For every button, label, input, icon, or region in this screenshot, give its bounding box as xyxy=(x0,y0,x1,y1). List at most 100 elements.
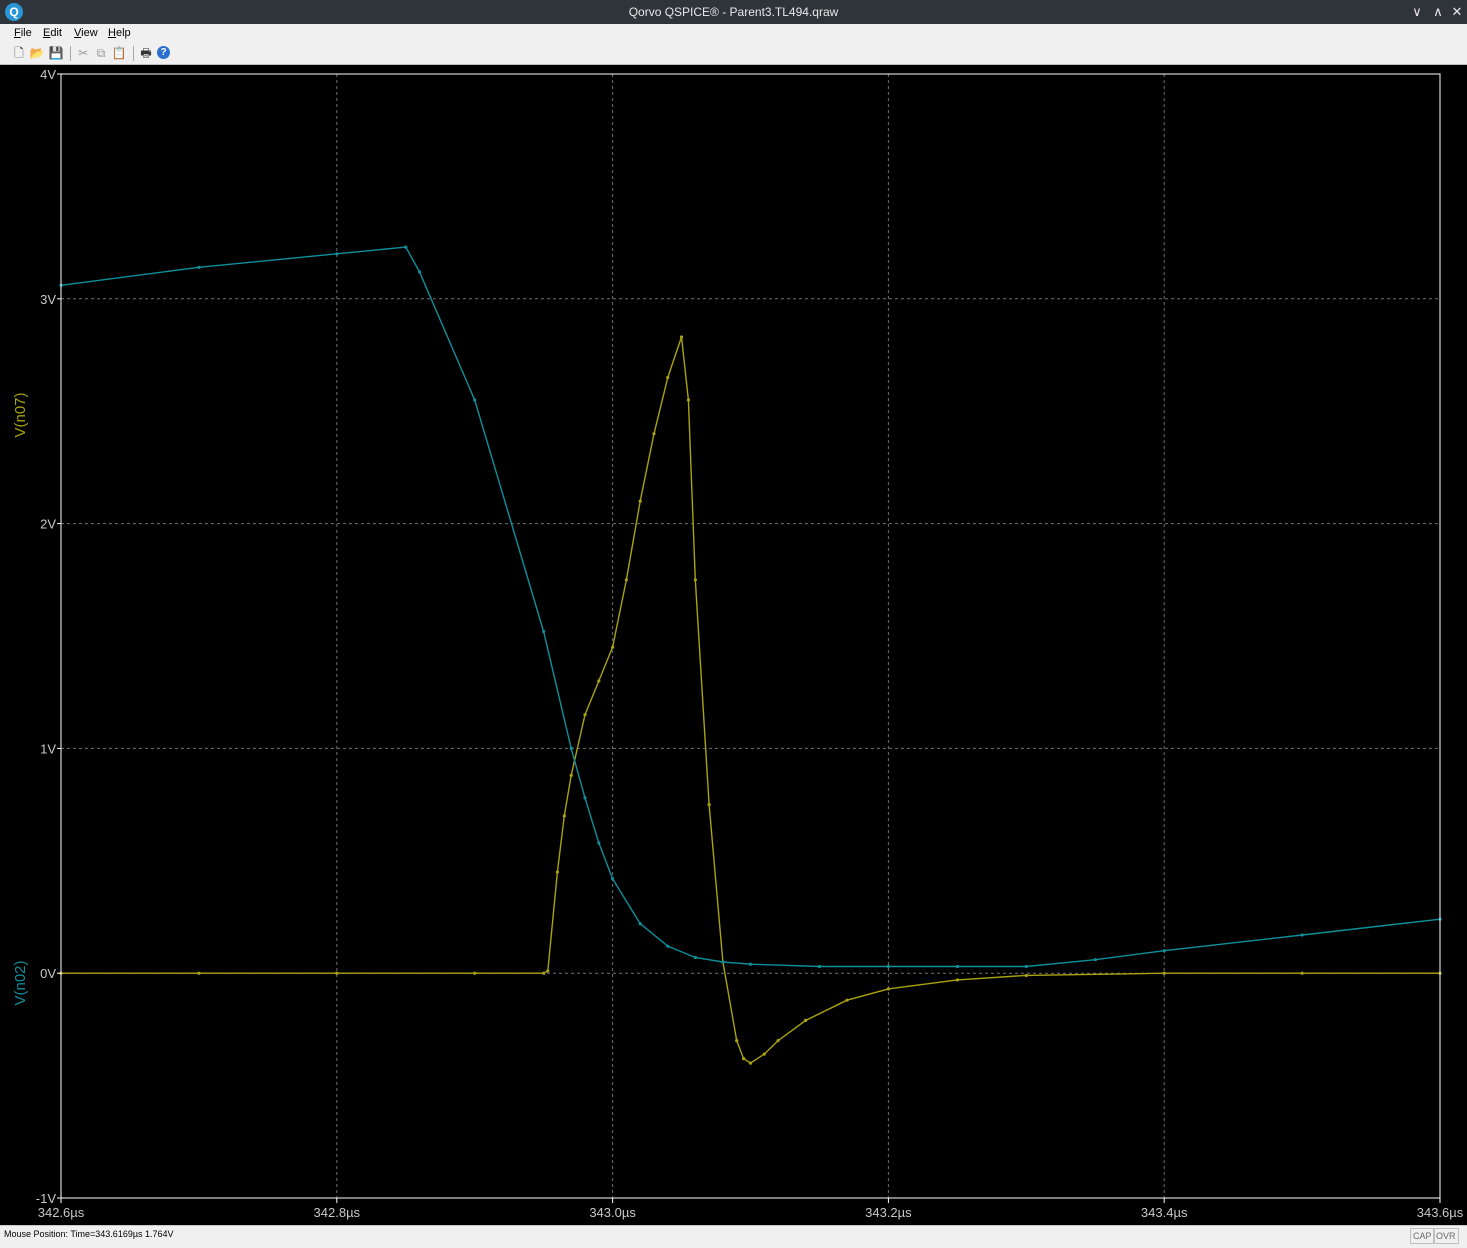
menu-help-mnemonic: H xyxy=(108,27,116,39)
toolbar-separator xyxy=(133,46,134,61)
menu-view-label: iew xyxy=(81,27,98,39)
toolbar: 🗋 📂 💾 ✂ ⧉ 📋 🖶 ? xyxy=(0,43,1467,65)
series-name-label: V(n02) xyxy=(12,960,29,1005)
data-point xyxy=(1300,933,1304,937)
data-point xyxy=(611,877,615,881)
data-point xyxy=(748,962,753,966)
data-point xyxy=(845,998,849,1002)
data-point xyxy=(817,964,822,969)
menu-file-label: ile xyxy=(20,27,32,39)
data-point xyxy=(1024,964,1028,969)
data-point xyxy=(1024,973,1028,978)
mouse-position-readout: Mouse Position: Time=343.6169µs 1.764V xyxy=(4,1229,174,1239)
data-point xyxy=(776,1039,780,1043)
data-point xyxy=(1162,949,1166,953)
menu-help-label: elp xyxy=(115,27,131,39)
window-title: Qorvo QSPICE® - Parent3.TL494.qraw xyxy=(628,5,839,19)
data-point xyxy=(562,814,566,818)
data-point xyxy=(583,796,587,800)
data-point xyxy=(693,955,697,960)
data-point xyxy=(955,978,959,982)
save-icon[interactable]: 💾 xyxy=(48,45,64,61)
close-icon: ✕ xyxy=(1451,4,1463,19)
series-line xyxy=(61,336,1440,1064)
y-tick-label: 4V xyxy=(40,67,56,82)
close-button[interactable]: ✕ xyxy=(1448,3,1466,21)
data-point xyxy=(569,746,573,751)
data-point xyxy=(1162,971,1166,975)
data-point xyxy=(597,679,601,683)
paste-icon[interactable]: 📋 xyxy=(111,45,127,61)
x-tick-label: 343.0µs xyxy=(589,1205,636,1220)
menu-edit[interactable]: Edit xyxy=(43,27,62,39)
data-point xyxy=(569,773,573,777)
y-tick-label: -1V xyxy=(36,1191,57,1206)
data-point xyxy=(197,265,201,269)
data-point xyxy=(1300,971,1304,975)
data-point xyxy=(335,971,339,975)
data-point xyxy=(735,1039,739,1043)
status-bar: Mouse Position: Time=343.6169µs 1.764V C… xyxy=(0,1225,1467,1248)
data-point xyxy=(955,964,959,969)
menu-help[interactable]: Help xyxy=(108,27,131,39)
cut-icon[interactable]: ✂ xyxy=(75,45,91,61)
data-point xyxy=(624,578,628,582)
y-tick-label: 3V xyxy=(40,292,56,307)
data-point xyxy=(886,964,891,969)
new-file-icon[interactable]: 🗋 xyxy=(11,45,27,61)
data-point xyxy=(335,252,339,256)
data-point xyxy=(546,969,550,973)
axis-layer xyxy=(57,73,1441,1203)
menu-file-mnemonic: F xyxy=(14,27,21,39)
menu-file[interactable]: File xyxy=(14,27,32,39)
data-point xyxy=(721,960,725,964)
label-layer: 342.6µs 342.8µs 343.0µs 343.2µs 343.4µs 343.6… xyxy=(12,67,1464,1220)
caps-lock-indicator: CAP xyxy=(1410,1228,1435,1244)
x-tick-label: 343.6µs xyxy=(1417,1205,1464,1220)
chevron-up-icon: ∧ xyxy=(1433,4,1443,19)
data-point xyxy=(886,987,891,991)
data-point xyxy=(473,971,477,975)
series-vn02 xyxy=(59,245,1442,969)
y-tick-label: 0V xyxy=(40,966,56,981)
data-point xyxy=(666,944,670,948)
data-point xyxy=(686,398,691,402)
data-point xyxy=(638,499,642,503)
overwrite-indicator: OVR xyxy=(1433,1228,1459,1244)
menu-view[interactable]: View xyxy=(74,27,98,39)
waveform-plot[interactable]: 342.6µs 342.8µs 343.0µs 343.2µs 343.4µs 343.6… xyxy=(0,65,1467,1225)
data-point xyxy=(404,245,408,249)
data-point xyxy=(748,1061,753,1065)
data-point xyxy=(652,432,656,436)
maximize-button[interactable]: ∧ xyxy=(1429,3,1447,21)
menu-bar: File Edit View Help xyxy=(0,24,1467,44)
data-point xyxy=(742,1057,746,1061)
open-folder-icon[interactable]: 📂 xyxy=(29,45,45,61)
data-point xyxy=(679,335,684,339)
data-point xyxy=(417,270,422,274)
series-name-label: V(n07) xyxy=(12,392,29,437)
waveform-chart[interactable]: 342.6µs 342.8µs 343.0µs 343.2µs 343.4µs 343.6… xyxy=(0,65,1467,1225)
data-point xyxy=(638,922,642,926)
data-point xyxy=(804,1018,808,1023)
chevron-down-icon: ∨ xyxy=(1412,4,1422,19)
data-point xyxy=(597,841,601,845)
plot-frame xyxy=(60,73,1441,1199)
data-point xyxy=(583,713,587,717)
x-tick-label: 343.2µs xyxy=(865,1205,912,1220)
data-point xyxy=(542,971,546,975)
toolbar-separator xyxy=(70,46,71,61)
title-bar: Q Qorvo QSPICE® - Parent3.TL494.qraw ∨ ∧… xyxy=(0,0,1467,24)
copy-icon[interactable]: ⧉ xyxy=(93,45,109,61)
menu-edit-label: dit xyxy=(50,27,62,39)
series-line xyxy=(60,246,1441,968)
x-tick-label: 342.8µs xyxy=(314,1205,361,1220)
minimize-button[interactable]: ∨ xyxy=(1408,3,1426,21)
data-point xyxy=(762,1052,766,1056)
data-point xyxy=(1093,958,1097,962)
print-icon[interactable]: 🖶 xyxy=(138,45,154,61)
data-point xyxy=(707,803,711,807)
help-icon[interactable]: ? xyxy=(157,46,170,59)
y-tick-label: 2V xyxy=(40,517,56,532)
data-point xyxy=(555,870,560,874)
